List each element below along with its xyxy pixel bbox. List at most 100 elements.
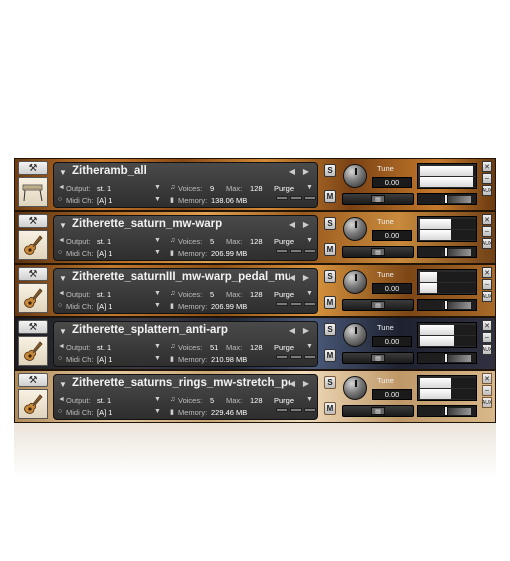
aux-label[interactable]: AUX: [482, 185, 492, 196]
next-instrument-icon[interactable]: ▶: [303, 379, 309, 388]
minimize-icon[interactable]: –: [482, 226, 492, 237]
mute-button[interactable]: M: [324, 349, 336, 362]
prev-instrument-icon[interactable]: ◀: [289, 167, 295, 176]
instrument-icon[interactable]: [18, 230, 48, 260]
minimize-icon[interactable]: –: [482, 385, 492, 396]
tune-value[interactable]: 0.00: [372, 336, 412, 347]
max-value[interactable]: 128: [250, 237, 263, 246]
volume-pan-slider[interactable]: [417, 352, 477, 364]
collapse-arrow-icon[interactable]: ▼: [59, 221, 67, 230]
mute-button[interactable]: M: [324, 402, 336, 415]
instrument-slot[interactable]: ⚒ ▼ Zitheramb_all ◀ ▶ ◄ Output: st. 1 ▼ …: [14, 158, 496, 211]
tune-knob[interactable]: [343, 217, 367, 241]
aux-toggle-icon[interactable]: ▤: [371, 195, 385, 203]
output-value[interactable]: st. 1: [97, 396, 111, 405]
output-dropdown-icon[interactable]: ▼: [154, 290, 161, 297]
solo-button[interactable]: S: [324, 323, 336, 336]
aux-label[interactable]: AUX: [482, 397, 492, 408]
midi-value[interactable]: [A] 1: [97, 196, 112, 205]
collapse-arrow-icon[interactable]: ▼: [59, 168, 67, 177]
volume-pan-slider[interactable]: [417, 193, 477, 205]
purge-button[interactable]: Purge: [274, 237, 294, 246]
next-instrument-icon[interactable]: ▶: [303, 167, 309, 176]
solo-button[interactable]: S: [324, 376, 336, 389]
next-instrument-icon[interactable]: ▶: [303, 220, 309, 229]
instrument-icon[interactable]: [18, 336, 48, 366]
slider-handle[interactable]: [444, 247, 448, 257]
midi-dropdown-icon[interactable]: ▼: [154, 196, 161, 203]
instrument-name[interactable]: Zitherette_splattern_anti-arp: [72, 324, 228, 336]
wrench-icon[interactable]: ⚒: [18, 267, 48, 281]
aux-toggle-icon[interactable]: ▤: [371, 248, 385, 256]
instrument-name[interactable]: Zitheramb_all: [72, 165, 147, 177]
midi-dropdown-icon[interactable]: ▼: [154, 355, 161, 362]
aux-send-strip[interactable]: ▤: [342, 246, 414, 258]
slider-handle[interactable]: [444, 300, 448, 310]
tune-knob[interactable]: [343, 270, 367, 294]
mute-button[interactable]: M: [324, 296, 336, 309]
solo-button[interactable]: S: [324, 270, 336, 283]
close-icon[interactable]: ✕: [482, 214, 492, 225]
wrench-icon[interactable]: ⚒: [18, 214, 48, 228]
midi-dropdown-icon[interactable]: ▼: [154, 408, 161, 415]
aux-send-strip[interactable]: ▤: [342, 193, 414, 205]
midi-dropdown-icon[interactable]: ▼: [154, 302, 161, 309]
collapse-arrow-icon[interactable]: ▼: [59, 327, 67, 336]
aux-label[interactable]: AUX: [482, 238, 492, 249]
volume-pan-slider[interactable]: [417, 299, 477, 311]
collapse-arrow-icon[interactable]: ▼: [59, 274, 67, 283]
prev-instrument-icon[interactable]: ◀: [289, 379, 295, 388]
purge-dropdown-icon[interactable]: ▼: [306, 184, 313, 191]
instrument-slot[interactable]: ⚒ ▼ Zitherette_saturnIII_mw-warp_pedal_m…: [14, 264, 496, 317]
close-icon[interactable]: ✕: [482, 320, 492, 331]
prev-instrument-icon[interactable]: ◀: [289, 326, 295, 335]
output-dropdown-icon[interactable]: ▼: [154, 396, 161, 403]
instrument-name[interactable]: Zitherette_saturnIII_mw-warp_pedal_mute: [72, 271, 290, 283]
aux-send-strip[interactable]: ▤: [342, 352, 414, 364]
collapse-arrow-icon[interactable]: ▼: [59, 380, 67, 389]
purge-button[interactable]: Purge: [274, 396, 294, 405]
wrench-icon[interactable]: ⚒: [18, 161, 48, 175]
aux-label[interactable]: AUX: [482, 344, 492, 355]
midi-value[interactable]: [A] 1: [97, 355, 112, 364]
next-instrument-icon[interactable]: ▶: [303, 326, 309, 335]
instrument-icon[interactable]: [18, 389, 48, 419]
instrument-name[interactable]: Zitherette_saturn_mw-warp: [72, 218, 222, 230]
slider-handle[interactable]: [444, 353, 448, 363]
prev-instrument-icon[interactable]: ◀: [289, 273, 295, 282]
close-icon[interactable]: ✕: [482, 373, 492, 384]
purge-button[interactable]: Purge: [274, 343, 294, 352]
aux-send-strip[interactable]: ▤: [342, 299, 414, 311]
instrument-slot[interactable]: ⚒ ▼ Zitherette_saturns_rings_mw-stretch_…: [14, 370, 496, 423]
prev-instrument-icon[interactable]: ◀: [289, 220, 295, 229]
midi-value[interactable]: [A] 1: [97, 249, 112, 258]
output-dropdown-icon[interactable]: ▼: [154, 343, 161, 350]
instrument-slot[interactable]: ⚒ ▼ Zitherette_saturn_mw-warp ◀ ▶ ◄ Outp…: [14, 211, 496, 264]
purge-dropdown-icon[interactable]: ▼: [306, 237, 313, 244]
minimize-icon[interactable]: –: [482, 332, 492, 343]
output-value[interactable]: st. 1: [97, 237, 111, 246]
max-value[interactable]: 128: [250, 290, 263, 299]
purge-button[interactable]: Purge: [274, 184, 294, 193]
aux-send-strip[interactable]: ▤: [342, 405, 414, 417]
output-value[interactable]: st. 1: [97, 184, 111, 193]
purge-button[interactable]: Purge: [274, 290, 294, 299]
output-dropdown-icon[interactable]: ▼: [154, 237, 161, 244]
tune-knob[interactable]: [343, 376, 367, 400]
max-value[interactable]: 128: [250, 343, 263, 352]
instrument-slot[interactable]: ⚒ ▼ Zitherette_splattern_anti-arp ◀ ▶ ◄ …: [14, 317, 496, 370]
wrench-icon[interactable]: ⚒: [18, 373, 48, 387]
tune-knob[interactable]: [343, 164, 367, 188]
aux-label[interactable]: AUX: [482, 291, 492, 302]
aux-toggle-icon[interactable]: ▤: [371, 354, 385, 362]
instrument-icon[interactable]: [18, 177, 48, 207]
tune-value[interactable]: 0.00: [372, 230, 412, 241]
close-icon[interactable]: ✕: [482, 267, 492, 278]
midi-value[interactable]: [A] 1: [97, 408, 112, 417]
solo-button[interactable]: S: [324, 164, 336, 177]
slider-handle[interactable]: [444, 406, 448, 416]
output-dropdown-icon[interactable]: ▼: [154, 184, 161, 191]
purge-dropdown-icon[interactable]: ▼: [306, 290, 313, 297]
tune-value[interactable]: 0.00: [372, 389, 412, 400]
purge-dropdown-icon[interactable]: ▼: [306, 396, 313, 403]
